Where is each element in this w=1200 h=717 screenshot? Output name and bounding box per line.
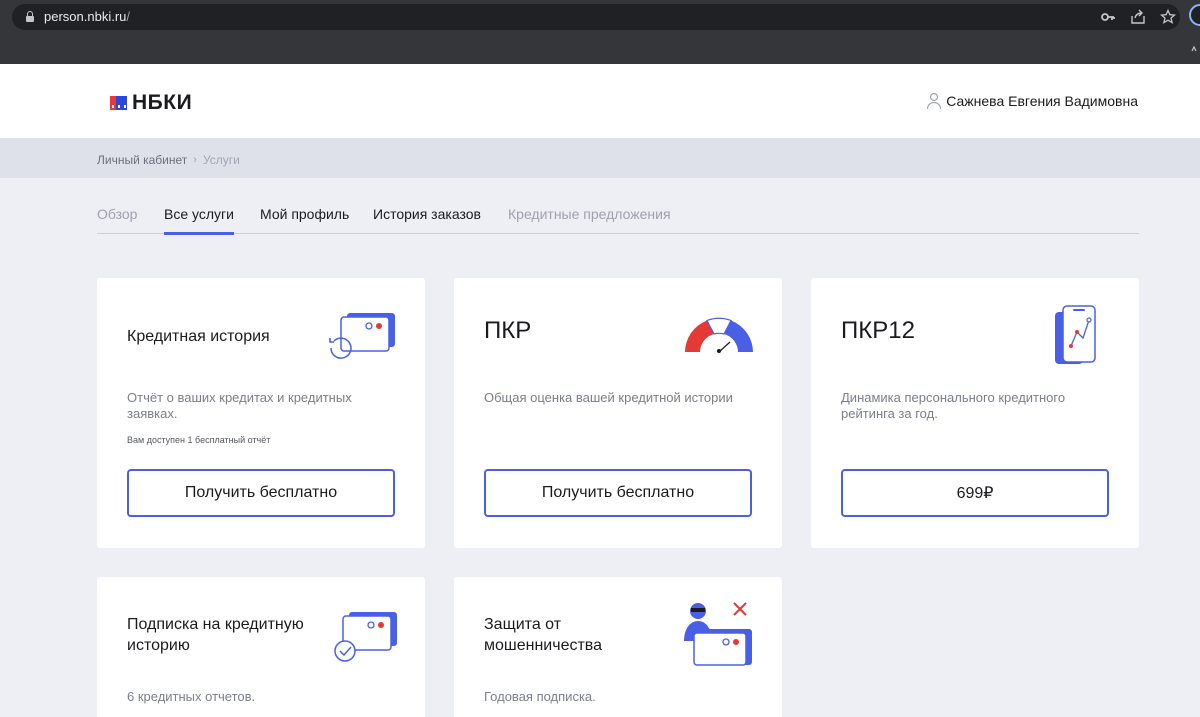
url-host: person.nbki.ru [44, 9, 127, 24]
user-menu[interactable]: Сажнева Евгения Вадимовна [926, 92, 1138, 110]
card-subscription: Подписка на кредитную историю 6 кредитны… [97, 577, 425, 717]
get-free-credit-history-button[interactable]: Получить бесплатно [127, 469, 395, 517]
profile-avatar[interactable] [1189, 4, 1200, 26]
browser-chrome: person.nbki.ru/ [0, 0, 1200, 64]
buy-pkr12-button[interactable]: 699₽ [841, 469, 1109, 517]
breadcrumb-services: Услуги [202, 153, 240, 167]
url-path: / [126, 9, 131, 24]
card-pkr12: ПКР12 Динамика персонального кредитного … [811, 278, 1139, 548]
rating-gauge-icon [685, 317, 753, 353]
nbki-logo[interactable]: НБКИ [110, 91, 192, 115]
tab-credit-offers[interactable]: Кредитные предложения [508, 206, 671, 233]
credit-card-history-icon [329, 313, 395, 359]
url-text[interactable]: person.nbki.ru/ [44, 9, 130, 24]
card-credit-history: Кредитная история Отчёт о ваших кредитах… [97, 278, 425, 548]
card-title: Кредитная история [127, 328, 270, 345]
card-description: Годовая подписка. [484, 689, 596, 704]
tab-overview[interactable]: Обзор [97, 206, 137, 233]
logo-text: НБКИ [132, 91, 193, 114]
card-title: ПКР [484, 317, 532, 344]
card-description: Отчёт о ваших кредитах и кредитных заявк… [127, 390, 352, 421]
card-note: Вам доступен 1 бесплатный отчёт [127, 435, 271, 445]
scroll-up-arrow-icon[interactable] [1191, 42, 1197, 52]
card-description: Динамика персонального кредитного рейтин… [841, 390, 1066, 421]
share-icon[interactable] [1130, 9, 1146, 25]
card-title: Подписка на кредитную историю [127, 616, 304, 654]
card-fraud-protection: Защита от мошенничества Годовая подписка… [454, 577, 782, 717]
card-title: ПКР12 [841, 317, 915, 344]
user-icon [927, 92, 942, 110]
user-name: Сажнева Евгения Вадимовна [946, 93, 1138, 109]
breadcrumb: Личный кабинет › Услуги [97, 153, 240, 167]
star-icon[interactable] [1160, 9, 1176, 25]
lock-icon[interactable] [26, 11, 34, 22]
tab-all-services[interactable]: Все услуги [164, 206, 234, 235]
credit-card-check-icon [334, 612, 397, 662]
card-pkr: ПКР Общая оценка вашей кредитной истории… [454, 278, 782, 548]
breadcrumb-cabinet[interactable]: Личный кабинет [97, 153, 187, 167]
nbki-flag-icon [110, 96, 127, 110]
address-bar[interactable]: person.nbki.ru/ [12, 4, 1180, 30]
fraud-protection-icon [684, 602, 752, 666]
phone-chart-icon [1055, 305, 1096, 364]
card-description: Общая оценка вашей кредитной истории [484, 390, 733, 405]
services-tabs: Обзор Все услуги Мой профиль История зак… [97, 206, 1139, 235]
key-icon[interactable] [1100, 9, 1116, 25]
card-description: 6 кредитных отчетов. [127, 689, 256, 704]
breadcrumb-bar: Личный кабинет › Услуги [0, 138, 1200, 178]
site-header: НБКИ Сажнева Евгения Вадимовна [0, 64, 1200, 138]
get-free-pkr-button[interactable]: Получить бесплатно [484, 469, 752, 517]
card-title: Защита от мошенничества [484, 616, 603, 654]
tab-order-history[interactable]: История заказов [373, 206, 481, 233]
tab-my-profile[interactable]: Мой профиль [260, 206, 349, 233]
chevron-right-icon: › [193, 154, 197, 166]
